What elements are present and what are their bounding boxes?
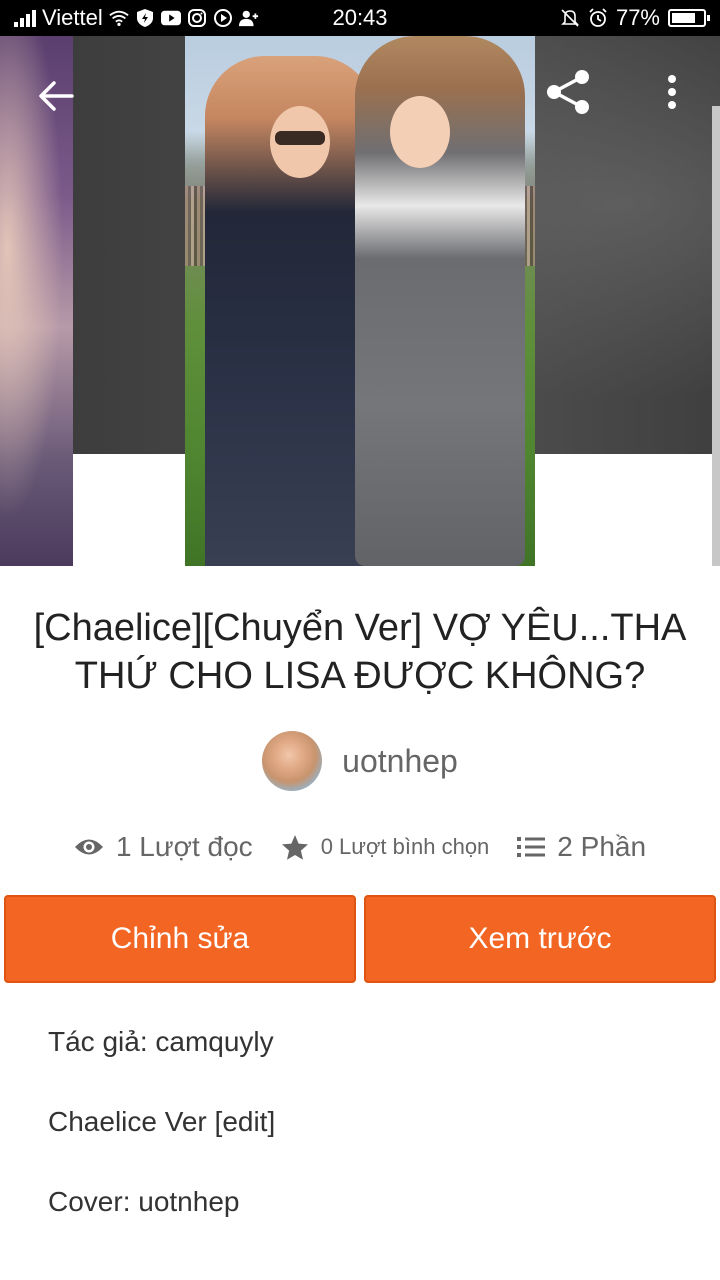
alarm-icon	[588, 8, 608, 28]
carrier-label: Viettel	[42, 5, 103, 30]
share-button[interactable]	[540, 64, 596, 120]
eye-icon	[74, 839, 103, 855]
author-name[interactable]: uotnhep	[342, 743, 458, 780]
media-icon	[213, 8, 233, 28]
description-line: Cover: uotnhep	[48, 1186, 240, 1217]
arrow-left-icon	[39, 81, 74, 111]
votes-count: 0 Lượt bình chọn	[320, 834, 490, 859]
shield-icon	[135, 8, 155, 28]
description-line: Chaelice Ver [edit]	[48, 1106, 276, 1137]
more-vertical-icon	[668, 75, 676, 109]
story-header	[0, 36, 720, 566]
parts-stat: 2 Phần	[517, 831, 646, 863]
status-bar: Viettel 20:43 77%	[0, 0, 720, 36]
person-add-icon	[238, 8, 259, 28]
wifi-icon	[109, 8, 129, 28]
instagram-icon	[187, 8, 207, 28]
preview-button[interactable]: Xem trước	[364, 895, 716, 983]
signal-icon	[14, 9, 36, 27]
story-cover-image[interactable]	[185, 36, 535, 566]
scrollbar[interactable]	[712, 106, 720, 566]
battery-percent: 77%	[615, 5, 660, 30]
battery-icon	[668, 9, 710, 27]
avatar[interactable]	[262, 731, 323, 791]
description-line: Tác giả: camquyly	[48, 1026, 274, 1057]
share-icon	[547, 70, 589, 114]
reads-count: 1 Lượt đọc	[115, 831, 253, 862]
more-options-button[interactable]	[646, 64, 698, 120]
story-title: [Chaelice][Chuyển Ver] VỢ YÊU...THA THỨ …	[33, 607, 687, 697]
votes-stat: 0 Lượt bình chọn	[281, 834, 490, 861]
youtube-icon	[160, 8, 181, 28]
list-icon	[517, 837, 546, 857]
author-row[interactable]: uotnhep	[0, 730, 720, 792]
parts-count: 2 Phần	[557, 831, 647, 862]
bell-off-icon	[560, 8, 580, 28]
back-button[interactable]	[28, 68, 84, 124]
star-icon	[281, 834, 308, 860]
reads-stat: 1 Lượt đọc	[74, 831, 253, 863]
edit-button[interactable]: Chỉnh sửa	[4, 895, 356, 983]
story-stats: 1 Lượt đọc 0 Lượt bình chọn 2 Phần	[0, 822, 720, 872]
